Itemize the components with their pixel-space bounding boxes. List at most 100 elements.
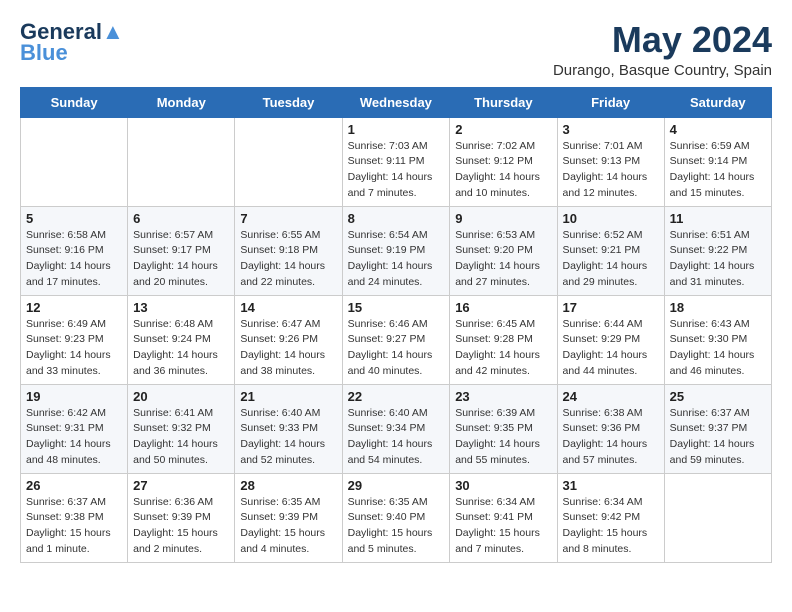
day-detail: Sunrise: 6:47 AMSunset: 9:26 PMDaylight:… [240,317,336,380]
page-header: General▲ Blue May 2024 Durango, Basque C… [20,20,772,79]
calendar-cell: 22 Sunrise: 6:40 AMSunset: 9:34 PMDayligh… [342,384,450,473]
calendar-cell [664,473,771,562]
day-detail: Sunrise: 6:46 AMSunset: 9:27 PMDaylight:… [348,317,445,380]
calendar-cell: 23 Sunrise: 6:39 AMSunset: 9:35 PMDayligh… [450,384,557,473]
month-title: May 2024 [553,20,772,60]
day-detail: Sunrise: 6:55 AMSunset: 9:18 PMDaylight:… [240,228,336,291]
calendar-cell: 6Sunrise: 6:57 AMSunset: 9:17 PMDaylight… [128,206,235,295]
day-detail: Sunrise: 6:41 AMSunset: 9:32 PMDaylight:… [133,406,229,469]
calendar-cell: 18Sunrise: 6:43 AMSunset: 9:30 PMDayligh… [664,295,771,384]
logo-blue: Blue [20,40,68,66]
day-detail: Sunrise: 6:54 AMSunset: 9:19 PMDaylight:… [348,228,445,291]
weekday-header-row: SundayMondayTuesdayWednesdayThursdayFrid… [21,87,772,117]
day-detail: Sunrise: 6:45 AMSunset: 9:28 PMDaylight:… [455,317,551,380]
calendar-cell: 15Sunrise: 6:46 AMSunset: 9:27 PMDayligh… [342,295,450,384]
day-number: 13 [133,300,229,315]
day-detail: Sunrise: 6:58 AMSunset: 9:16 PMDaylight:… [26,228,122,291]
calendar-cell: 2 Sunrise: 7:02 AMSunset: 9:12 PMDaylight… [450,117,557,206]
day-number: 26 [26,478,122,493]
calendar-cell: 24 Sunrise: 6:38 AMSunset: 9:36 PMDayligh… [557,384,664,473]
day-detail: Sunrise: 6:44 AMSunset: 9:29 PMDaylight:… [563,317,659,380]
calendar-cell [128,117,235,206]
day-detail: Sunrise: 6:36 AMSunset: 9:39 PMDaylight:… [133,495,229,558]
calendar-cell: 26Sunrise: 6:37 AMSunset: 9:38 PMDayligh… [21,473,128,562]
calendar-cell: 31 Sunrise: 6:34 AMSunset: 9:42 PMDayligh… [557,473,664,562]
day-number: 2 [455,122,551,137]
day-number: 19 [26,389,122,404]
day-detail: Sunrise: 6:38 AMSunset: 9:36 PMDaylight:… [563,406,659,469]
calendar-cell: 10Sunrise: 6:52 AMSunset: 9:21 PMDayligh… [557,206,664,295]
calendar-cell: 25 Sunrise: 6:37 AMSunset: 9:37 PMDayligh… [664,384,771,473]
calendar-table: SundayMondayTuesdayWednesdayThursdayFrid… [20,87,772,563]
day-number: 21 [240,389,336,404]
calendar-cell: 7 Sunrise: 6:55 AMSunset: 9:18 PMDaylight… [235,206,342,295]
day-number: 1 [348,122,445,137]
day-number: 22 [348,389,445,404]
calendar-cell: 16 Sunrise: 6:45 AMSunset: 9:28 PMDayligh… [450,295,557,384]
calendar-cell: 27 Sunrise: 6:36 AMSunset: 9:39 PMDayligh… [128,473,235,562]
day-number: 17 [563,300,659,315]
day-detail: Sunrise: 6:35 AMSunset: 9:39 PMDaylight:… [240,495,336,558]
day-number: 31 [563,478,659,493]
day-number: 12 [26,300,122,315]
day-detail: Sunrise: 6:35 AMSunset: 9:40 PMDaylight:… [348,495,445,558]
calendar-cell: 17 Sunrise: 6:44 AMSunset: 9:29 PMDayligh… [557,295,664,384]
weekday-header-monday: Monday [128,87,235,117]
day-number: 10 [563,211,659,226]
weekday-header-tuesday: Tuesday [235,87,342,117]
calendar-header: SundayMondayTuesdayWednesdayThursdayFrid… [21,87,772,117]
calendar-cell: 11Sunrise: 6:51 AMSunset: 9:22 PMDayligh… [664,206,771,295]
day-detail: Sunrise: 6:42 AMSunset: 9:31 PMDaylight:… [26,406,122,469]
calendar-cell [235,117,342,206]
day-number: 7 [240,211,336,226]
day-detail: Sunrise: 6:34 AMSunset: 9:42 PMDaylight:… [563,495,659,558]
day-number: 11 [670,211,766,226]
day-number: 4 [670,122,766,137]
day-number: 8 [348,211,445,226]
calendar-cell: 21 Sunrise: 6:40 AMSunset: 9:33 PMDayligh… [235,384,342,473]
title-block: May 2024 Durango, Basque Country, Spain [553,20,772,79]
day-number: 5 [26,211,122,226]
day-number: 14 [240,300,336,315]
calendar-cell: 3Sunrise: 7:01 AMSunset: 9:13 PMDaylight… [557,117,664,206]
day-number: 29 [348,478,445,493]
calendar-cell: 30Sunrise: 6:34 AMSunset: 9:41 PMDayligh… [450,473,557,562]
calendar-cell: 9Sunrise: 6:53 AMSunset: 9:20 PMDaylight… [450,206,557,295]
day-detail: Sunrise: 6:59 AMSunset: 9:14 PMDaylight:… [670,139,766,202]
calendar-cell: 19 Sunrise: 6:42 AMSunset: 9:31 PMDayligh… [21,384,128,473]
calendar-week-row: 1 Sunrise: 7:03 AMSunset: 9:11 PMDaylight… [21,117,772,206]
day-detail: Sunrise: 6:49 AMSunset: 9:23 PMDaylight:… [26,317,122,380]
day-number: 28 [240,478,336,493]
day-number: 23 [455,389,551,404]
calendar-cell: 1 Sunrise: 7:03 AMSunset: 9:11 PMDaylight… [342,117,450,206]
calendar-week-row: 26Sunrise: 6:37 AMSunset: 9:38 PMDayligh… [21,473,772,562]
day-detail: Sunrise: 6:48 AMSunset: 9:24 PMDaylight:… [133,317,229,380]
day-detail: Sunrise: 7:03 AMSunset: 9:11 PMDaylight:… [348,139,445,202]
day-number: 25 [670,389,766,404]
day-detail: Sunrise: 6:53 AMSunset: 9:20 PMDaylight:… [455,228,551,291]
day-number: 24 [563,389,659,404]
day-number: 20 [133,389,229,404]
calendar-week-row: 19 Sunrise: 6:42 AMSunset: 9:31 PMDayligh… [21,384,772,473]
weekday-header-wednesday: Wednesday [342,87,450,117]
day-number: 6 [133,211,229,226]
weekday-header-saturday: Saturday [664,87,771,117]
day-number: 27 [133,478,229,493]
day-number: 16 [455,300,551,315]
logo: General▲ Blue [20,20,124,66]
day-detail: Sunrise: 7:01 AMSunset: 9:13 PMDaylight:… [563,139,659,202]
calendar-cell: 29 Sunrise: 6:35 AMSunset: 9:40 PMDayligh… [342,473,450,562]
day-detail: Sunrise: 6:40 AMSunset: 9:34 PMDaylight:… [348,406,445,469]
day-detail: Sunrise: 6:37 AMSunset: 9:37 PMDaylight:… [670,406,766,469]
weekday-header-thursday: Thursday [450,87,557,117]
day-detail: Sunrise: 6:34 AMSunset: 9:41 PMDaylight:… [455,495,551,558]
calendar-cell: 5 Sunrise: 6:58 AMSunset: 9:16 PMDaylight… [21,206,128,295]
calendar-cell: 13 Sunrise: 6:48 AMSunset: 9:24 PMDayligh… [128,295,235,384]
day-detail: Sunrise: 6:40 AMSunset: 9:33 PMDaylight:… [240,406,336,469]
location: Durango, Basque Country, Spain [553,62,772,79]
day-number: 18 [670,300,766,315]
calendar-week-row: 12 Sunrise: 6:49 AMSunset: 9:23 PMDayligh… [21,295,772,384]
calendar-cell: 14 Sunrise: 6:47 AMSunset: 9:26 PMDayligh… [235,295,342,384]
day-detail: Sunrise: 6:39 AMSunset: 9:35 PMDaylight:… [455,406,551,469]
day-detail: Sunrise: 7:02 AMSunset: 9:12 PMDaylight:… [455,139,551,202]
